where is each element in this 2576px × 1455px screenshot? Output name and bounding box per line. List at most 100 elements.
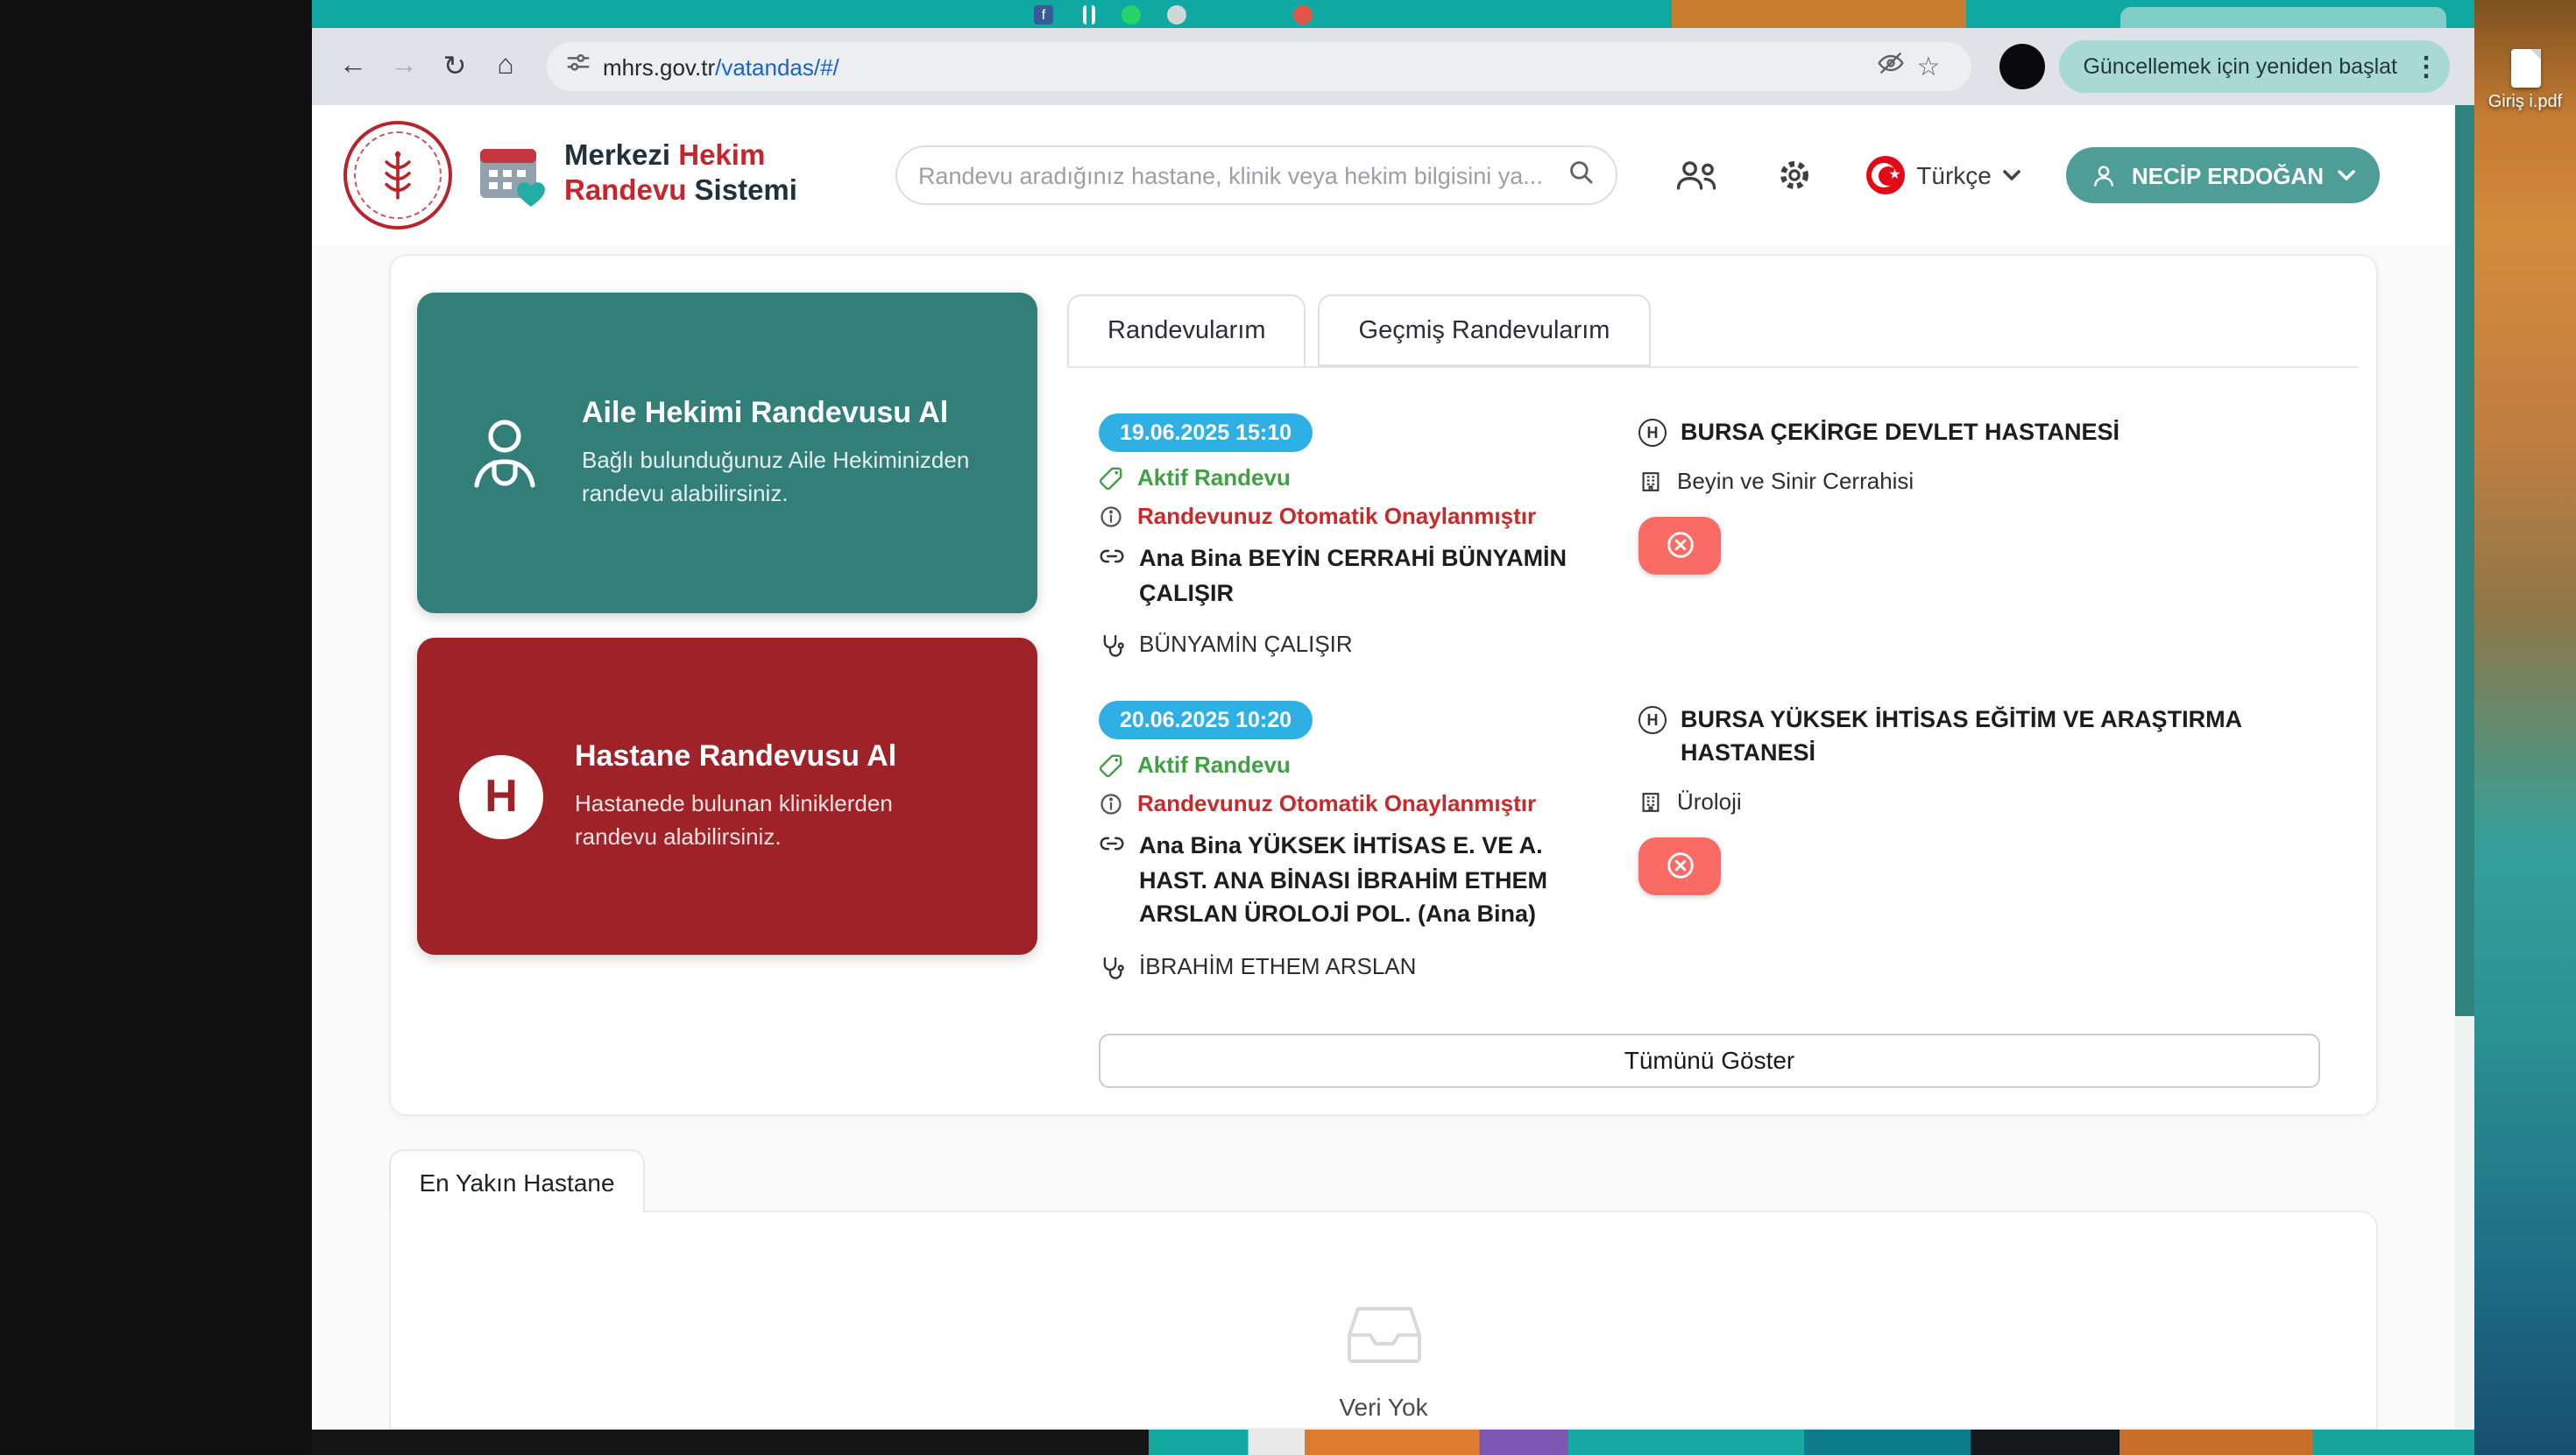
- appointment-doctor: BÜNYAMİN ÇALIŞIR: [1139, 631, 1353, 657]
- profile-avatar[interactable]: [1999, 44, 2044, 89]
- pause-icon: [1083, 5, 1095, 25]
- appointment-row: 20.06.2025 10:20 Aktif Randevu: [1099, 701, 2359, 980]
- chevron-down-icon: [2004, 170, 2021, 180]
- appointment-hospital-details: H BURSA ÇEKİRGE DEVLET HASTANESİ: [1603, 413, 2359, 659]
- site-settings-icon[interactable]: [566, 50, 591, 83]
- settings-button[interactable]: [1774, 156, 1813, 194]
- appointment-row: 19.06.2025 15:10 Aktif Randevu: [1099, 413, 2359, 659]
- flag-star: ★: [1888, 166, 1900, 184]
- appointments-section: Randevularım Geçmiş Randevularım 19.06.2…: [1067, 294, 2359, 1088]
- desktop-background-right: Giriş i.pdf: [2474, 0, 2576, 1455]
- browser-window: ← → ↻ ⌂ mhrs.gov.tr/vatandas/#/: [312, 28, 2474, 1430]
- eye-off-icon[interactable]: [1876, 48, 1904, 85]
- appointment-details: 20.06.2025 10:20 Aktif Randevu: [1099, 701, 1603, 980]
- empty-inbox-icon: [1345, 1303, 1422, 1367]
- action-card-title: Hastane Randevusu Al: [575, 738, 974, 773]
- calendar-heart-icon: [477, 142, 547, 208]
- screen: Giriş i.pdf f ← → ↻ ⌂: [0, 0, 2576, 1455]
- info-icon: [1099, 792, 1123, 816]
- tab-strip-highlight: [2120, 7, 2446, 28]
- record-icon: [1293, 5, 1313, 25]
- appointment-details: 19.06.2025 15:10 Aktif Randevu: [1099, 413, 1603, 659]
- action-card-text: Aile Hekimi Randevusu Al Bağlı bulunduğu…: [582, 395, 981, 511]
- action-card-title: Aile Hekimi Randevusu Al: [582, 395, 981, 430]
- family-members-button[interactable]: [1673, 158, 1718, 193]
- appointment-date-badge: 19.06.2025 15:10: [1099, 413, 1313, 452]
- tab-my-appointments[interactable]: Randevularım: [1067, 294, 1306, 366]
- url-domain: mhrs.gov.tr: [603, 53, 715, 80]
- url-path: /vatandas/#/: [715, 53, 839, 80]
- empty-state: Veri Yok: [391, 1212, 2376, 1421]
- clinic-building-icon: [1638, 470, 1663, 494]
- forward-button[interactable]: →: [380, 43, 428, 90]
- tag-icon: [1099, 466, 1123, 491]
- user-menu-button[interactable]: NECİP ERDOĞAN: [2067, 147, 2380, 203]
- hospital-h-icon: H: [459, 754, 543, 838]
- cancel-appointment-button[interactable]: [1638, 837, 1721, 895]
- url-text: mhrs.gov.tr/vatandas/#/: [603, 53, 839, 80]
- logo-line1-dark: Merkezi: [564, 140, 678, 172]
- appointment-doctor: İBRAHİM ETHEM ARSLAN: [1139, 953, 1416, 979]
- tag-icon: [1099, 753, 1123, 778]
- desktop-file-label: Giriş i.pdf: [2481, 93, 2569, 115]
- appointments-list: 19.06.2025 15:10 Aktif Randevu: [1067, 368, 2359, 1088]
- circle-icon: [1167, 5, 1186, 25]
- home-button[interactable]: ⌂: [482, 43, 529, 90]
- mhrs-logo[interactable]: Merkezi Hekim Randevu Sistemi: [477, 140, 797, 209]
- family-doctor-appointment-card[interactable]: Aile Hekimi Randevusu Al Bağlı bulunduğu…: [417, 293, 1037, 613]
- clinic-building-icon: [1638, 790, 1663, 815]
- doctor-icon: [459, 407, 550, 498]
- search-input[interactable]: [918, 162, 1566, 188]
- show-all-button[interactable]: Tümünü Göster: [1099, 1034, 2320, 1088]
- nearest-hospital-panel: Veri Yok: [389, 1211, 2378, 1430]
- back-button[interactable]: ←: [329, 43, 377, 90]
- tab-nearest-hospital[interactable]: En Yakın Hastane: [389, 1149, 645, 1212]
- hospital-circle-icon: H: [1638, 419, 1667, 447]
- dashboard-card: Aile Hekimi Randevusu Al Bağlı bulunduğu…: [389, 254, 2378, 1116]
- browser-tab-strip: f: [312, 0, 2474, 28]
- scrollbar-thumb[interactable]: [2455, 105, 2474, 1016]
- person-icon: [2091, 162, 2118, 188]
- logo-line2-dark: Sistemi: [686, 175, 797, 207]
- action-card-description: Hastanede bulunan kliniklerden randevu a…: [575, 786, 974, 854]
- reload-button[interactable]: ↻: [431, 43, 478, 90]
- browser-menu-icon[interactable]: ⋮: [2413, 51, 2438, 82]
- hospital-appointment-card[interactable]: H Hastane Randevusu Al Hastanede bulunan…: [417, 638, 1037, 955]
- desktop-file[interactable]: Giriş i.pdf: [2481, 49, 2569, 115]
- facebook-icon: f: [1034, 5, 1053, 25]
- appointment-date-badge: 20.06.2025 10:20: [1099, 701, 1313, 739]
- link-icon: [1099, 543, 1125, 569]
- turkish-flag-icon: ★: [1865, 156, 1904, 194]
- address-bar[interactable]: mhrs.gov.tr/vatandas/#/ ☆: [547, 42, 1971, 91]
- page-scrollbar[interactable]: [2455, 105, 2474, 1430]
- appointments-tabs: Randevularım Geçmiş Randevularım: [1067, 294, 2359, 368]
- ministry-of-health-logo: [343, 121, 452, 230]
- cancel-appointment-button[interactable]: [1638, 517, 1721, 575]
- pdf-file-icon: [2510, 49, 2540, 88]
- search-bar[interactable]: [895, 145, 1617, 205]
- logo-line2-red: Randevu: [564, 175, 686, 207]
- stethoscope-icon: [1099, 955, 1125, 981]
- mhrs-logo-text: Merkezi Hekim Randevu Sistemi: [564, 140, 797, 209]
- search-icon[interactable]: [1566, 157, 1594, 194]
- chevron-down-icon: [2338, 170, 2355, 180]
- appointment-hospital-details: H BURSA YÜKSEK İHTİSAS EĞİTİM VE ARAŞTIR…: [1603, 701, 2359, 980]
- site-header: Merkezi Hekim Randevu Sistemi: [312, 105, 2474, 245]
- language-selector[interactable]: ★ Türkçe: [1865, 156, 2021, 194]
- tab-strip-decoration: [1672, 0, 1966, 28]
- desktop-background-bottom: [312, 1430, 2474, 1455]
- bookmark-star-icon[interactable]: ☆: [1916, 51, 1951, 82]
- empty-state-text: Veri Yok: [391, 1393, 2376, 1421]
- appointment-clinic: Üroloji: [1677, 788, 1742, 815]
- appointment-location: Ana Bina BEYİN CERRAHİ BÜNYAMİN ÇALIŞIR: [1139, 541, 1577, 610]
- restart-to-update-button[interactable]: Güncellemek için yeniden başlat ⋮: [2058, 40, 2450, 93]
- mhrs-page: Merkezi Hekim Randevu Sistemi: [312, 105, 2474, 1430]
- appointment-note: Randevunuz Otomatik Onaylanmıştır: [1137, 790, 1536, 816]
- appointment-hospital: BURSA YÜKSEK İHTİSAS EĞİTİM VE ARAŞTIRMA…: [1681, 704, 2359, 771]
- hospital-circle-icon: H: [1638, 706, 1667, 734]
- appointment-location: Ana Bina YÜKSEK İHTİSAS E. VE A. HAST. A…: [1139, 829, 1577, 931]
- tab-past-appointments[interactable]: Geçmiş Randevularım: [1319, 294, 1651, 366]
- link-icon: [1099, 830, 1125, 857]
- close-circle-icon: [1664, 530, 1695, 562]
- browser-toolbar: ← → ↻ ⌂ mhrs.gov.tr/vatandas/#/: [312, 28, 2474, 105]
